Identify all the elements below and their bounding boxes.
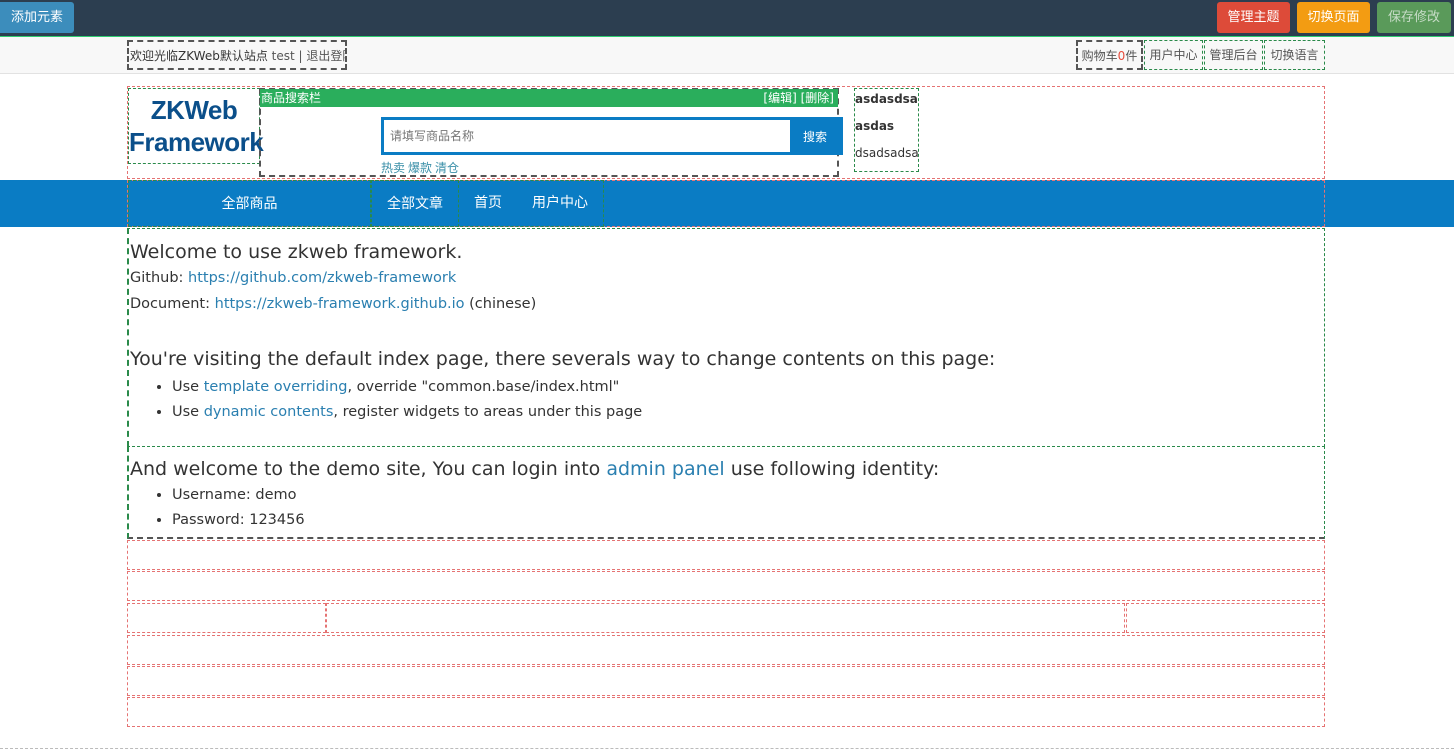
- demo-heading-suffix: use following identity:: [730, 458, 940, 480]
- nav-item-home[interactable]: 首页: [459, 180, 517, 227]
- empty-area: [127, 666, 1325, 696]
- save-changes-button[interactable]: 保存修改: [1377, 2, 1451, 33]
- username-link[interactable]: test: [272, 49, 295, 63]
- logo-line-2: Framework: [129, 127, 264, 157]
- empty-area: [127, 571, 1325, 601]
- template-overriding-link[interactable]: template overriding: [204, 379, 348, 395]
- password-item: Password: 123456: [172, 508, 1324, 533]
- intro-content-widget: Welcome to use zkweb framework. Github: …: [127, 228, 1325, 447]
- document-label: Document:: [130, 296, 211, 312]
- document-link[interactable]: https://zkweb-framework.github.io: [215, 296, 465, 312]
- github-label: Github:: [130, 270, 184, 286]
- empty-area: [127, 540, 1325, 570]
- username-item: Username: demo: [172, 483, 1324, 508]
- search-widget-header: 商品搜索栏 [编辑] [删除]: [260, 89, 838, 107]
- nav-item-articles[interactable]: 全部文章: [371, 180, 459, 227]
- switch-page-button[interactable]: 切换页面: [1297, 2, 1370, 33]
- empty-area-center: [326, 603, 1125, 633]
- manage-theme-button[interactable]: 管理主题: [1217, 2, 1290, 33]
- bullet-suffix: , register widgets to areas under this p…: [333, 404, 643, 420]
- github-link[interactable]: https://github.com/zkweb-framework: [188, 270, 456, 286]
- list-item: Use template overriding, override "commo…: [172, 375, 1324, 400]
- add-element-button[interactable]: 添加元素: [0, 2, 74, 33]
- delete-widget-link[interactable]: [删除]: [801, 91, 834, 105]
- admin-panel-link[interactable]: 管理后台: [1204, 40, 1263, 70]
- footer-divider: [0, 748, 1454, 749]
- demo-heading: And welcome to the demo site, You can lo…: [130, 457, 1324, 483]
- switch-language-link[interactable]: 切换语言: [1264, 40, 1325, 70]
- visiting-heading: You're visiting the default index page, …: [130, 348, 996, 370]
- custom-text-line: asdasdsad: [855, 92, 918, 106]
- hot-keywords: 热卖 爆款 清仓: [381, 159, 462, 176]
- empty-area: [127, 697, 1325, 727]
- cart-unit: 件: [1125, 49, 1138, 63]
- nav-all-products[interactable]: 全部商品: [128, 180, 371, 227]
- logout-link[interactable]: 退出登陆: [306, 49, 345, 63]
- separator: |: [298, 49, 303, 63]
- demo-heading-text: And welcome to the demo site, You can lo…: [130, 458, 601, 480]
- cart-link[interactable]: 购物车0件: [1076, 40, 1143, 70]
- document-suffix: (chinese): [469, 296, 537, 312]
- cart-label: 购物车: [1081, 49, 1118, 63]
- search-box: 搜索: [381, 117, 843, 155]
- hot-keyword-link[interactable]: 爆款: [408, 161, 432, 175]
- empty-area-left: [127, 603, 326, 633]
- search-widget-title: 商品搜索栏: [261, 91, 322, 105]
- logo-line-1: ZKWeb: [150, 95, 238, 125]
- nav-item-user-center[interactable]: 用户中心: [517, 180, 603, 227]
- github-line: Github: https://github.com/zkweb-framewo…: [130, 266, 1324, 292]
- hot-keyword-link[interactable]: 热卖: [381, 161, 405, 175]
- search-button[interactable]: 搜索: [790, 120, 840, 152]
- bullet-prefix: Use: [172, 379, 200, 395]
- customization-list: Use template overriding, override "commo…: [130, 375, 1324, 425]
- hot-keyword-link[interactable]: 清仓: [435, 161, 459, 175]
- edit-widget-link[interactable]: [编辑]: [763, 91, 796, 105]
- list-item: Use dynamic contents, register widgets t…: [172, 400, 1324, 425]
- search-input[interactable]: [384, 120, 788, 152]
- empty-area-right: [1126, 603, 1325, 633]
- editor-toolbar: 添加元素 管理主题 切换页面 保存修改: [0, 0, 1454, 36]
- dynamic-contents-link[interactable]: dynamic contents: [204, 404, 334, 420]
- user-center-link[interactable]: 用户中心: [1144, 40, 1203, 70]
- empty-area: [127, 635, 1325, 665]
- custom-text-widget: asdasdsad asdas dsadsadsa: [854, 88, 919, 172]
- admin-panel-content-link[interactable]: admin panel: [606, 458, 724, 480]
- custom-text-line: asdas: [855, 119, 895, 133]
- welcome-widget: 欢迎光临ZKWeb默认站点 test | 退出登陆: [127, 40, 347, 70]
- credentials-list: Username: demo Password: 123456: [130, 483, 1324, 533]
- demo-login-widget: And welcome to the demo site, You can lo…: [127, 446, 1325, 539]
- bullet-prefix: Use: [172, 404, 200, 420]
- document-line: Document: https://zkweb-framework.github…: [130, 292, 1324, 318]
- custom-text-line: dsadsadsa: [855, 146, 919, 160]
- welcome-heading: Welcome to use zkweb framework.: [130, 241, 463, 263]
- welcome-text: 欢迎光临ZKWeb默认站点: [130, 49, 268, 63]
- bullet-suffix: , override "common.base/index.html": [347, 379, 620, 395]
- site-logo[interactable]: ZKWeb Framework: [128, 88, 264, 164]
